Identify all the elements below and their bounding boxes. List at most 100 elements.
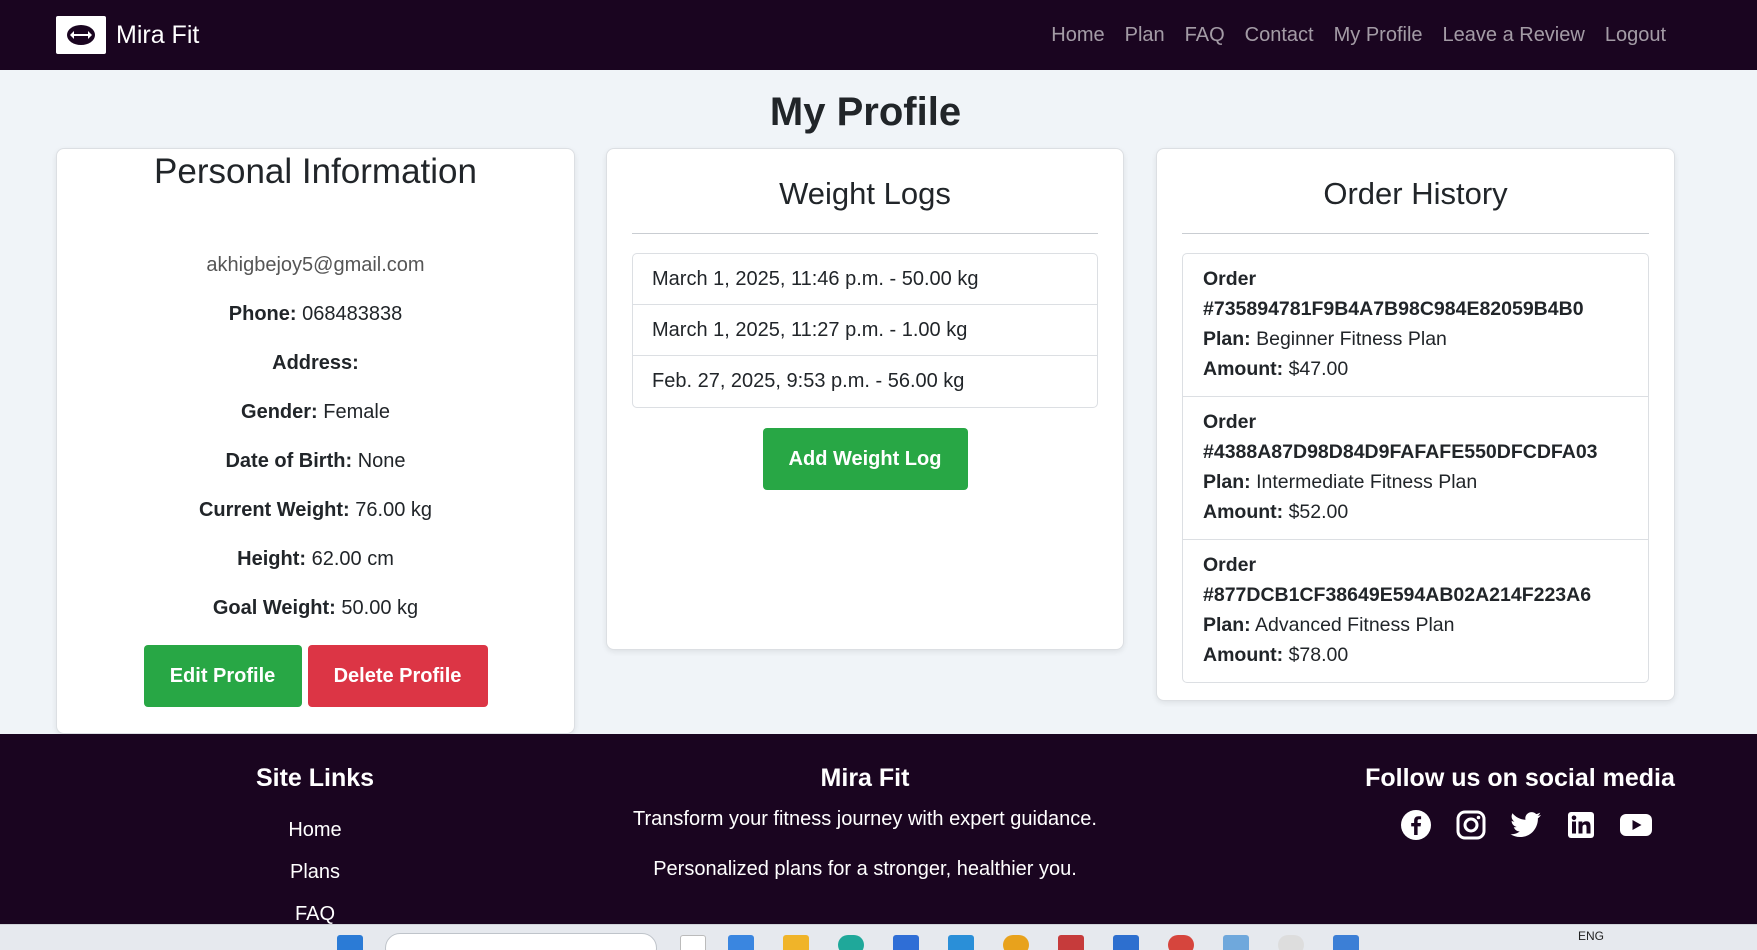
- phone-label: Phone:: [228, 303, 297, 325]
- order-amount: $52.00: [1288, 501, 1349, 523]
- weight-logs-card: Weight Logs March 1, 2025, 11:46 p.m. - …: [606, 148, 1124, 650]
- footer-link-faq[interactable]: FAQ: [215, 903, 415, 924]
- windows-start-icon[interactable]: [337, 935, 363, 950]
- current-weight-line: Current Weight: 76.00 kg: [57, 499, 574, 522]
- file-explorer-icon[interactable]: [783, 935, 809, 950]
- calendar-icon[interactable]: [1223, 935, 1249, 950]
- phone-line: Phone: 068483838: [57, 303, 574, 326]
- order-item: Order #735894781F9B4A7B98C984E82059B4B0 …: [1183, 254, 1648, 397]
- delete-profile-button[interactable]: Delete Profile: [307, 645, 488, 707]
- dob-line: Date of Birth: None: [57, 450, 574, 473]
- os-taskbar: ENG: [0, 924, 1757, 950]
- order-id: #877DCB1CF38649E594AB02A214F223A6: [1203, 584, 1592, 606]
- gmail-icon[interactable]: [1058, 935, 1084, 950]
- footer-brand-title: Mira Fit: [820, 764, 910, 792]
- site-footer: Site Links Home Plans FAQ Mira Fit Trans…: [0, 734, 1757, 924]
- address-label: Address:: [272, 352, 359, 374]
- nav-contact[interactable]: Contact: [1245, 24, 1314, 47]
- amount-label: Amount:: [1203, 358, 1284, 380]
- plan-label: Plan:: [1203, 471, 1251, 493]
- app-icon[interactable]: [1278, 935, 1304, 950]
- order-plan: Advanced Fitness Plan: [1255, 614, 1455, 636]
- email-text: akhigbejoy5@gmail.com: [206, 254, 425, 276]
- order-id: #4388A87D98D84D9FAFAFE550DFCDFA03: [1203, 441, 1598, 463]
- address-line: Address:: [57, 352, 574, 375]
- add-weight-log-button[interactable]: Add Weight Log: [762, 428, 968, 490]
- weight-logs-divider: [632, 233, 1098, 234]
- twitter-icon[interactable]: [1508, 807, 1544, 843]
- height-value: 62.00 cm: [311, 548, 394, 570]
- taskbar-search-box[interactable]: [385, 933, 657, 950]
- site-links-title: Site Links: [255, 764, 375, 792]
- order-history-card: Order History Order #735894781F9B4A7B98C…: [1156, 148, 1675, 701]
- nav-leave-review[interactable]: Leave a Review: [1443, 24, 1585, 47]
- goal-weight-label: Goal Weight:: [212, 597, 336, 619]
- weight-log-item: March 1, 2025, 11:46 p.m. - 50.00 kg: [633, 254, 1097, 305]
- amount-label: Amount:: [1203, 501, 1284, 523]
- plan-label: Plan:: [1203, 614, 1251, 636]
- goal-weight-value: 50.00 kg: [341, 597, 419, 619]
- task-view-icon[interactable]: [680, 935, 706, 950]
- widgets-icon[interactable]: [728, 935, 754, 950]
- edge-browser-icon[interactable]: [838, 935, 864, 950]
- order-label: Order: [1203, 411, 1257, 433]
- phone-value: 068483838: [302, 303, 403, 325]
- instagram-icon[interactable]: [1453, 807, 1489, 843]
- social-title: Follow us on social media: [1365, 764, 1675, 792]
- order-amount: $47.00: [1288, 358, 1349, 380]
- order-item: Order #877DCB1CF38649E594AB02A214F223A6 …: [1183, 540, 1648, 682]
- weight-log-item: March 1, 2025, 11:27 p.m. - 1.00 kg: [633, 305, 1097, 356]
- linkedin-icon[interactable]: [1563, 807, 1599, 843]
- personal-info-card: Personal Information akhigbejoy5@gmail.c…: [56, 148, 575, 734]
- order-label: Order: [1203, 554, 1257, 576]
- current-weight-label: Current Weight:: [198, 499, 350, 521]
- nav-home[interactable]: Home: [1051, 24, 1104, 47]
- height-label: Height:: [237, 548, 307, 570]
- outlook-icon[interactable]: [893, 935, 919, 950]
- dumbbell-logo-icon: [56, 16, 106, 54]
- brand-name: Mira Fit: [116, 20, 200, 49]
- page-title: My Profile: [769, 90, 962, 134]
- footer-link-plans[interactable]: Plans: [215, 861, 415, 903]
- order-history-divider: [1182, 233, 1649, 234]
- youtube-icon[interactable]: [1618, 807, 1654, 843]
- profile-actions: Edit Profile Delete Profile: [57, 645, 574, 707]
- order-plan: Beginner Fitness Plan: [1256, 328, 1447, 350]
- footer-tagline-2: Personalized plans for a stronger, healt…: [653, 858, 1077, 880]
- footer-site-links: Home Plans FAQ: [215, 819, 415, 924]
- gender-value: Female: [323, 401, 390, 423]
- dob-value: None: [357, 450, 406, 472]
- order-amount: $78.00: [1288, 644, 1349, 666]
- opera-icon[interactable]: [1168, 935, 1194, 950]
- nav-plan[interactable]: Plan: [1125, 24, 1165, 47]
- edit-profile-button[interactable]: Edit Profile: [143, 645, 302, 707]
- weight-log-item: Feb. 27, 2025, 9:53 p.m. - 56.00 kg: [652, 370, 965, 392]
- nav-logout[interactable]: Logout: [1605, 24, 1666, 47]
- order-item: Order #4388A87D98D84D9FAFAFE550DFCDFA03 …: [1183, 397, 1648, 540]
- chrome-icon[interactable]: [1003, 935, 1029, 950]
- nav-links: Home Plan FAQ Contact My Profile Leave a…: [1031, 0, 1666, 70]
- app-icon[interactable]: [1333, 935, 1359, 950]
- facebook-icon[interactable]: [1398, 807, 1434, 843]
- vscode-icon[interactable]: [1113, 935, 1139, 950]
- order-id: #735894781F9B4A7B98C984E82059B4B0: [1203, 298, 1584, 320]
- plan-label: Plan:: [1203, 328, 1251, 350]
- brand-link[interactable]: Mira Fit: [56, 16, 199, 54]
- social-icons: [1398, 807, 1673, 843]
- weight-logs-title: Weight Logs: [779, 176, 951, 211]
- order-plan: Intermediate Fitness Plan: [1256, 471, 1478, 493]
- order-label: Order: [1203, 268, 1257, 290]
- dob-label: Date of Birth:: [225, 450, 353, 472]
- store-icon[interactable]: [948, 935, 974, 950]
- nav-my-profile[interactable]: My Profile: [1334, 24, 1423, 47]
- goal-weight-line: Goal Weight: 50.00 kg: [57, 597, 574, 620]
- current-weight-value: 76.00 kg: [355, 499, 433, 521]
- personal-info-title: Personal Information: [154, 152, 477, 191]
- amount-label: Amount:: [1203, 644, 1284, 666]
- gender-label: Gender:: [241, 401, 318, 423]
- nav-faq[interactable]: FAQ: [1185, 24, 1225, 47]
- language-indicator[interactable]: ENG: [1578, 929, 1604, 943]
- weight-log-list: March 1, 2025, 11:46 p.m. - 50.00 kg Mar…: [632, 253, 1098, 408]
- order-history-title: Order History: [1323, 176, 1508, 211]
- footer-link-home[interactable]: Home: [215, 819, 415, 861]
